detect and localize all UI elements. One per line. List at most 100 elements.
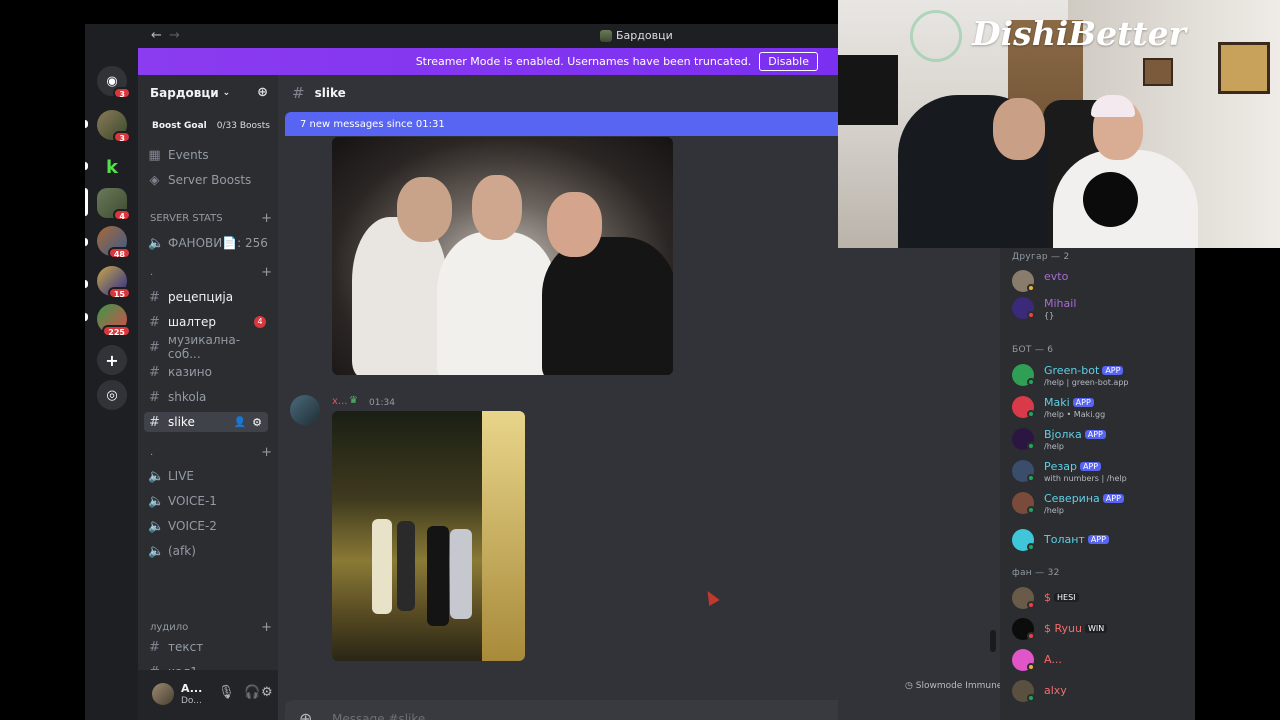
status-dot [1027,284,1035,292]
voice-1[interactable]: 🔈 VOICE-1 [148,491,272,511]
microphone-icon[interactable]: 🎙 [218,685,235,700]
member-item[interactable]: alxy [1012,678,1192,706]
voice-afk[interactable]: 🔈 (afk) [148,541,272,561]
channel-kazino[interactable]: # казино [148,362,272,382]
speaker-icon: 🔈 [148,493,165,509]
channel-muzikalna[interactable]: # музикална-соб... [148,333,272,361]
microphone [1083,172,1138,227]
settings-gear-icon[interactable]: ⚙ [252,416,262,429]
direct-messages-button[interactable]: ◉ 3 [97,66,131,99]
scrollbar-thumb[interactable] [990,630,996,652]
unread-pill [85,162,88,170]
discover-compass-icon[interactable]: ◎ [97,380,127,410]
channel-recepcija[interactable]: # рецепција [148,287,272,307]
streamer-mode-banner: Streamer Mode is enabled. Usernames have… [138,48,838,75]
message-input[interactable]: Message #slike [332,712,425,720]
hash-icon: # [292,84,305,102]
back-arrow-icon[interactable]: ← [151,28,162,43]
server-folder-icon[interactable]: 225 [97,304,131,337]
selected-pill [85,188,88,216]
member-item[interactable]: Резар APP with numbers | /help [1012,458,1192,486]
status-dot [1027,410,1035,418]
server-folder-icon[interactable]: 15 [97,266,131,299]
status-dot [1027,311,1035,319]
category-dot-2[interactable]: . + [150,445,272,460]
headphones-icon[interactable]: 🎧 [244,685,260,700]
member-item[interactable]: $ HESI [1012,585,1192,613]
kick-server-icon[interactable]: k [97,152,127,182]
events-item[interactable]: ▦ Events [148,145,272,165]
member-item[interactable]: A... [1012,647,1192,675]
channel-shkola[interactable]: # shkola [148,387,272,407]
speaker-icon: 🔈 [148,543,165,559]
voice-live[interactable]: 🔈 LIVE [148,466,272,486]
unread-pill [85,280,88,288]
calendar-icon: ▦ [148,147,161,163]
channel-tekst[interactable]: # текст [148,637,272,657]
voice-2[interactable]: 🔈 VOICE-2 [148,516,272,536]
server-icon-bardovci[interactable]: 4 [97,188,131,221]
stream-brand-text: DishiBetter [972,14,1187,53]
add-channel-icon[interactable]: + [261,211,272,226]
add-channel-icon[interactable]: + [261,445,272,460]
category-ludilo[interactable]: лудило + [150,620,272,635]
channel-shalter[interactable]: # шалтер 4 [148,312,272,332]
person-figure [450,529,472,619]
dm-badge: 3 [113,87,131,99]
invite-people-icon[interactable]: ⊕ [257,85,268,100]
member-item[interactable]: Толант APP [1012,527,1192,555]
invite-icon[interactable]: 👤 [234,417,246,428]
category-dot[interactable]: . + [150,265,272,280]
category-server-stats[interactable]: SERVER STATS + [150,211,272,226]
member-item[interactable]: evto [1012,268,1192,296]
forward-arrow-icon[interactable]: → [169,28,180,43]
member-item[interactable]: Северина APP /help [1012,490,1192,518]
server-badge: 4 [113,209,131,221]
status-dot [1027,543,1035,551]
member-group-label: Другар — 2 [1012,252,1070,262]
author-name[interactable]: x... [332,396,347,407]
server-icon[interactable]: 3 [97,110,131,143]
person-figure [542,237,673,375]
app-badge: APP [1072,398,1094,407]
member-item[interactable]: $ Ryuu WIN [1012,616,1192,644]
add-server-icon[interactable]: + [97,345,127,375]
add-channel-icon[interactable]: + [261,620,272,635]
app-badge: APP [1102,366,1124,375]
hash-icon: # [149,389,160,405]
hash-icon: # [149,364,160,380]
app-badge: APP [1102,494,1124,503]
status-dot [1027,442,1035,450]
image-attachment[interactable] [332,137,673,375]
boost-goal-bar[interactable]: Boost Goal 0/33 Boosts [144,115,272,137]
new-messages-bar[interactable]: 7 new messages since 01:31 [285,112,838,136]
server-folder-icon[interactable]: 48 [97,226,131,259]
server-header[interactable]: Бардовци ⌄ ⊕ [138,75,278,111]
app-badge: APP [1079,462,1102,471]
message-composer[interactable]: ⊕ Message #slike 🎁 GIF ▣ ☺ ✦ [285,700,838,720]
chevron-down-icon: ⌄ [222,88,231,98]
image-attachment[interactable] [332,411,525,661]
channel-slike[interactable]: # slike 👤 ⚙ [144,412,268,432]
status-dot [1027,694,1035,702]
member-item[interactable]: Mihail {} [1012,295,1192,323]
server-badge: 225 [102,325,131,337]
upload-plus-icon[interactable]: ⊕ [299,709,312,720]
author-avatar[interactable] [290,395,320,425]
timer-icon: ◷ [905,681,913,691]
add-channel-icon[interactable]: + [261,265,272,280]
stats-channel[interactable]: 🔈 ФАНОВИ📄: 256 [148,233,272,253]
person-figure [427,526,449,626]
status-dot [1027,506,1035,514]
channel-name: slike [314,86,346,100]
disable-streamer-mode-button[interactable]: Disable [759,52,818,71]
member-item[interactable]: Вјолка APP /help [1012,426,1192,454]
boost-goal-label: Boost Goal [152,121,207,131]
member-item[interactable]: Maki APP /help • Maki.gg [1012,394,1192,422]
user-settings-gear-icon[interactable]: ⚙ [261,685,273,700]
server-boosts-item[interactable]: ◈ Server Boosts [148,170,272,190]
hash-icon: # [149,414,160,430]
streamer-left-head [993,98,1045,160]
member-item[interactable]: Green-bot APP /help | green-bot.app [1012,362,1192,390]
user-avatar[interactable] [152,683,174,705]
